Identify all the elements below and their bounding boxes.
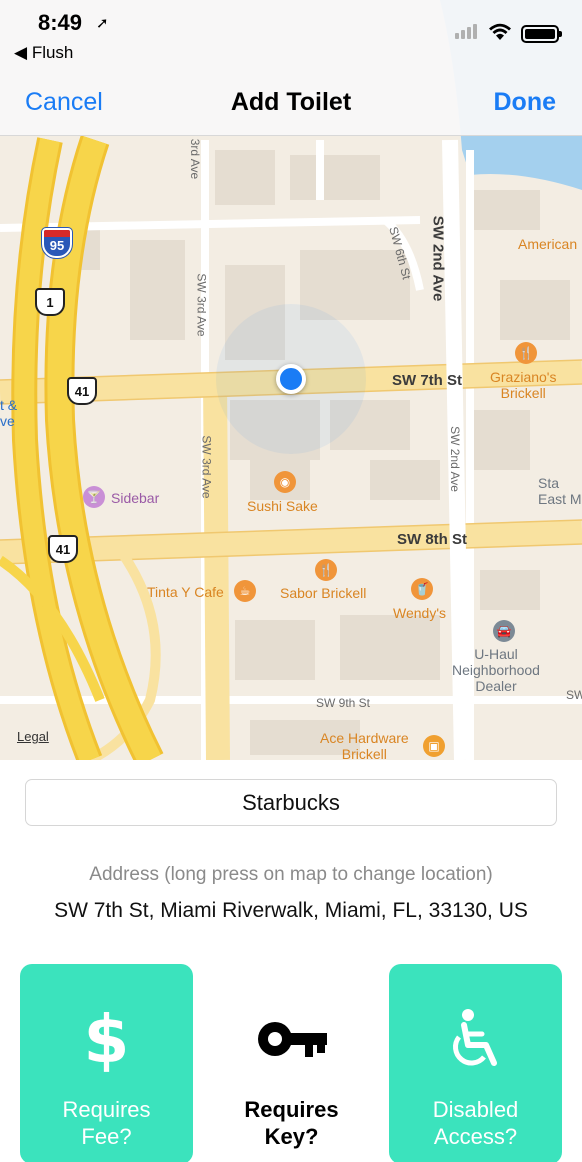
street-label-sw-edge: SW [566,688,582,702]
poi-sta-east[interactable]: Sta East M [538,475,582,507]
us-41-shield-a: 41 [67,377,97,405]
requires-key-toggle[interactable]: Requires Key? [205,964,378,1162]
disabled-access-toggle[interactable]: Disabled Access? [389,964,562,1162]
fork-knife-icon: 🍴 [515,342,537,364]
requires-fee-toggle[interactable]: $ Requires Fee? [20,964,193,1162]
location-pin[interactable] [276,364,306,394]
poi-u-haul[interactable]: U-Haul Neighborhood Dealer [452,646,540,694]
legal-link[interactable]: Legal [17,729,49,744]
poi-wendys[interactable]: Wendy's [393,605,446,621]
poi-left-edge: t & ve [0,397,18,429]
poi-ace-hardware[interactable]: Ace Hardware Brickell [320,730,409,760]
street-label-3rd-ave-top: 3rd Ave [188,138,203,180]
street-label-sw-9th: SW 9th St [316,696,371,710]
street-label-sw-2nd-ave: SW 2nd Ave [429,215,447,302]
interstate-95-shield: 95 [41,227,73,259]
battery-icon [521,25,562,43]
done-button[interactable]: Done [494,88,557,117]
street-label-sw-2nd-ave-small: SW 2nd Ave [447,426,462,492]
drink-icon: 🥤 [411,578,433,600]
wheelchair-icon [444,1004,508,1074]
back-triangle-icon: ◀ [14,43,28,62]
poi-sidebar[interactable]: Sidebar [111,490,159,506]
back-to-app-link[interactable]: ◀ Flush [14,43,73,63]
navigation-bar: 8:49 ➚ ◀ Flush Cancel Add Toilet Done [0,0,582,136]
poi-sushi-sake[interactable]: Sushi Sake [247,498,318,514]
shopping-bag-icon: ▣ [423,735,445,757]
location-arrow-icon: ➚ [96,15,109,32]
street-label-sw-8th: SW 8th St [397,531,467,548]
key-icon [255,1004,329,1074]
cellular-signal-icon [455,24,477,39]
address-value: SW 7th St, Miami Riverwalk, Miami, FL, 3… [54,899,528,922]
food-icon: ◉ [274,471,296,493]
street-label-sw-3rd-ave-mid: SW 3rd Ave [199,435,214,499]
car-icon: 🚘 [493,620,515,642]
poi-grazianos[interactable]: Graziano's Brickell [490,369,556,401]
requires-key-label: Requires Key? [244,1097,339,1149]
poi-american[interactable]: American [518,236,577,252]
fork-knife-icon: 🍴 [315,559,337,581]
us-41-shield-b: 41 [48,535,78,563]
cancel-button[interactable]: Cancel [25,88,103,117]
address-hint: Address (long press on map to change loc… [89,864,493,885]
status-time: 8:49 [38,10,83,35]
coffee-icon: ☕ [234,580,256,602]
disabled-access-label: Disabled Access? [432,1097,519,1149]
us-1-shield: 1 [35,288,65,316]
street-label-sw-7th: SW 7th St [392,372,462,389]
street-label-sw-3rd-ave-top: SW 3rd Ave [194,273,209,337]
requires-fee-label: Requires Fee? [62,1097,151,1149]
cocktail-icon: 🍸 [83,486,105,508]
toilet-name-input[interactable] [25,779,557,826]
wifi-icon [489,23,511,40]
dollar-icon: $ [83,1000,130,1078]
poi-tinta-y-cafe[interactable]: Tinta Y Cafe [147,584,224,600]
back-app-label: Flush [31,43,74,62]
poi-sabor-brickell[interactable]: Sabor Brickell [280,585,366,601]
